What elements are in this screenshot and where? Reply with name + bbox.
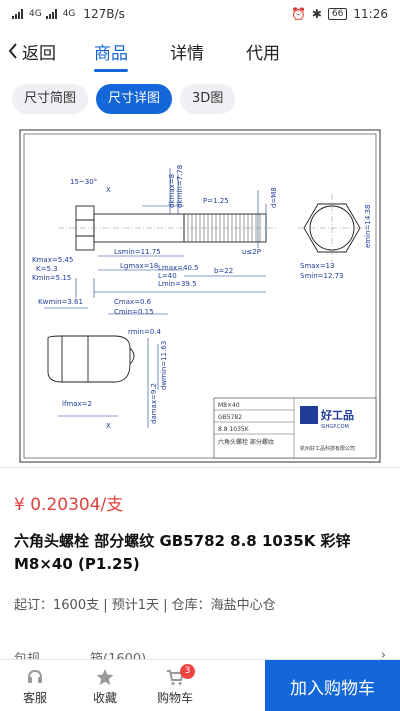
favorite-label: 收藏: [92, 690, 117, 705]
network-type-2: 4G: [62, 9, 76, 19]
tab-details[interactable]: 详情: [170, 33, 204, 70]
back-button[interactable]: 返回: [8, 39, 56, 64]
dim-u: u≤2P: [242, 248, 261, 256]
dim-lmax: Lmax=40.5: [158, 264, 199, 272]
tb-name: 六角头螺栓 部分螺纹: [218, 438, 274, 446]
favorite-button[interactable]: 收藏: [70, 660, 140, 711]
tab-substitute[interactable]: 代用: [246, 33, 280, 70]
dim-l: L=40: [158, 272, 177, 280]
tab-bar: 商品 详情 代用: [94, 33, 280, 70]
top-nav: 返回 商品 详情 代用: [0, 28, 400, 74]
order-meta: 起订：1600支 | 预计1天 | 仓库：海盐中心仓: [14, 598, 276, 613]
dim-damax: damax=9.2: [150, 383, 158, 424]
back-label: 返回: [22, 43, 56, 64]
tb-url: SIHGP.COM: [321, 424, 349, 430]
dim-dkmin: dkmin=7.78: [176, 165, 184, 208]
bluetooth-icon: ✱: [311, 7, 322, 21]
tb-brand: 好工品: [320, 408, 354, 422]
add-to-cart-button[interactable]: 加入购物车: [265, 660, 400, 711]
dim-lsmin: Lsmin=11.75: [114, 248, 161, 256]
dim-kmin: Kmin=5.15: [32, 274, 71, 282]
dim-kwmin: Kwmin=3.61: [38, 298, 83, 306]
tb-size: M8×40: [218, 402, 240, 409]
alarm-icon: ⏰: [290, 7, 306, 21]
clock: 11:26: [353, 7, 388, 21]
headset-icon: [28, 669, 42, 683]
dim-smax: Smax=13: [300, 262, 334, 270]
status-bar: 4G 4G 127B/s ⏰ ✱ 66 11:26: [0, 0, 400, 28]
dim-x-bottom: X: [106, 422, 111, 430]
chip-3d[interactable]: 3D图: [180, 84, 236, 114]
signal-icon: [12, 9, 23, 19]
cart-label: 购物车: [156, 690, 193, 705]
dim-emin: emin=14.38: [364, 205, 372, 248]
bolt-technical-drawing: 15~30° X dkmax=8 dkmin=7.78 P=1.25 d=M8 …: [19, 129, 381, 463]
dim-angle: 15~30°: [70, 178, 97, 186]
dim-dwmin: dwmin=11.63: [160, 341, 168, 390]
dim-dkmax: dkmax=8: [168, 174, 176, 208]
service-label: 客服: [22, 690, 47, 705]
product-title: 六角头螺栓 部分螺纹 GB5782 8.8 1035K 彩锌M8×40 (P1.…: [14, 532, 351, 573]
dim-k: K=5.3: [36, 265, 58, 273]
network-speed: 127B/s: [83, 7, 125, 21]
dim-cmax: Cmax=0.6: [114, 298, 152, 306]
dim-b: b=22: [214, 267, 233, 275]
dim-d: d=M8: [270, 187, 278, 208]
unit-price: ¥ 0.20304/支: [14, 495, 124, 515]
chevron-left-icon: [8, 43, 17, 59]
tab-product[interactable]: 商品: [94, 33, 128, 70]
tb-company: 杭州好工品科技有限公司: [300, 445, 355, 452]
bottom-action-bar: 客服 收藏 3 购物车 加入购物车: [0, 659, 400, 711]
network-type: 4G: [29, 9, 42, 19]
drawing-area[interactable]: 15~30° X dkmax=8 dkmin=7.78 P=1.25 d=M8 …: [0, 124, 400, 468]
dim-lmin: Lmin=39.5: [158, 280, 197, 288]
dim-x-top: X: [106, 186, 111, 194]
dim-lfmax: lfmax=2: [62, 400, 92, 408]
star-icon: [96, 668, 114, 685]
cart-button[interactable]: 3 购物车: [140, 660, 210, 711]
drawing-type-chips: 尺寸简图 尺寸详图 3D图: [12, 84, 236, 114]
dim-cmin: Cmin=0.15: [114, 308, 154, 316]
signal-icon-2: [45, 9, 57, 19]
battery-icon: 66: [327, 8, 348, 20]
tb-grade: 8.8 1035K: [218, 426, 250, 433]
chip-detailed-drawing[interactable]: 尺寸详图: [96, 84, 173, 114]
dim-smin: Smin=12.73: [300, 272, 344, 280]
chip-simple-drawing[interactable]: 尺寸简图: [12, 84, 89, 114]
dim-kmax: Kmax=5.45: [32, 256, 73, 264]
brand-logo-icon: [300, 406, 318, 424]
dim-rmin: rmin=0.4: [128, 328, 161, 336]
dim-lgmax: Lgmax=18: [120, 262, 158, 270]
cart-count-badge: 3: [180, 664, 195, 679]
dim-pitch: P=1.25: [203, 197, 229, 205]
customer-service-button[interactable]: 客服: [0, 660, 70, 711]
tb-std: GB5782: [218, 414, 242, 421]
